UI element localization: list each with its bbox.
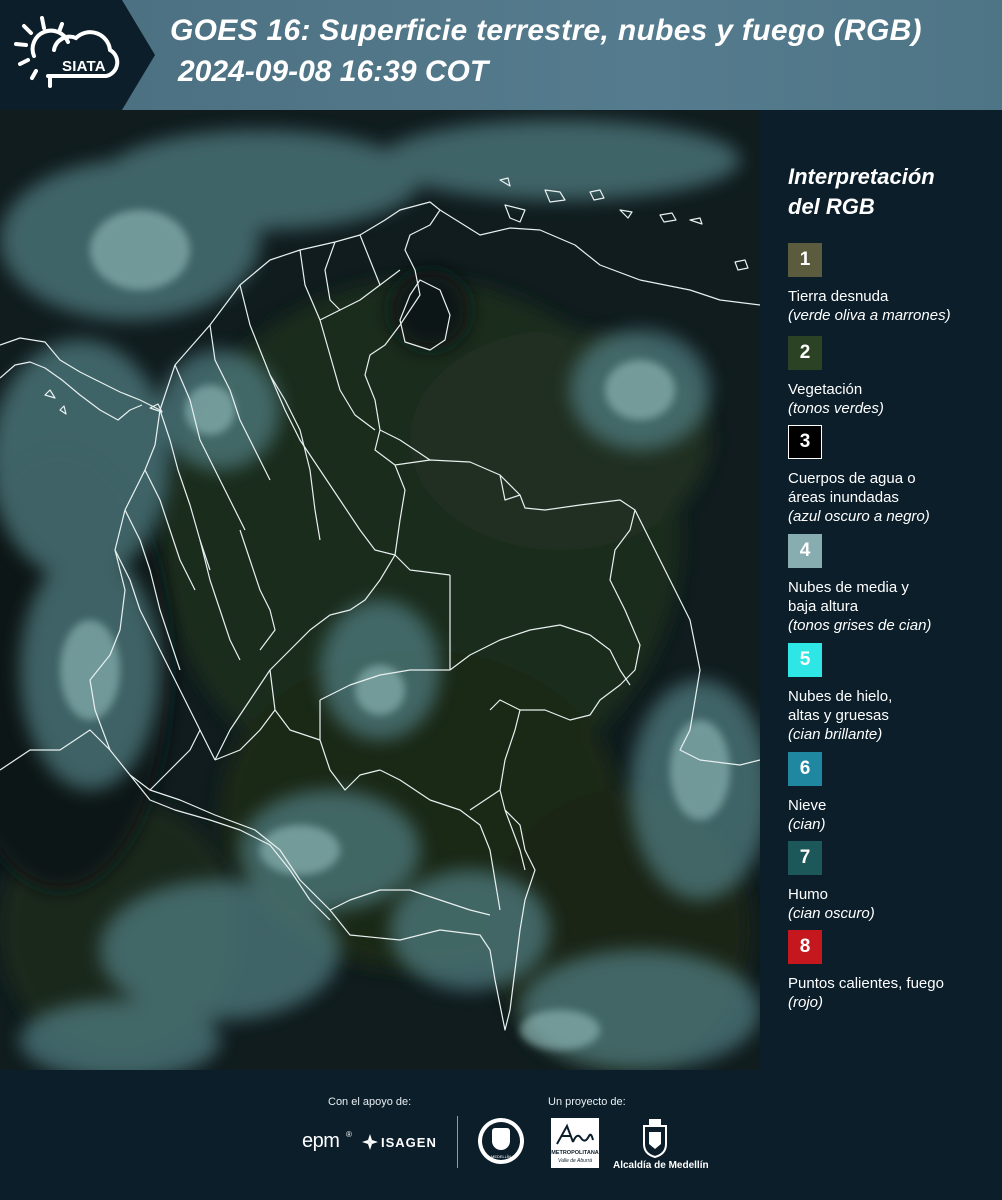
satellite-map[interactable] (0, 110, 760, 1070)
legend-item-ice-clouds: 5 Nubes de hielo, altas y gruesas (cian … (788, 643, 928, 744)
siata-logo: SIATA (14, 16, 126, 96)
isagen-mark-icon (362, 1134, 378, 1150)
page-datetime: 2024-09-08 16:39 COT (178, 55, 489, 88)
legend-swatch: 7 (788, 841, 822, 875)
satellite-rgb-image (0, 110, 760, 1070)
area-metropolitana-logo: METROPOLITANA Valle de Aburrá (551, 1118, 599, 1168)
isagen-logo: ISAGEN (381, 1135, 437, 1150)
legend-swatch: 3 (788, 425, 822, 459)
legend-item-label: Vegetación (788, 381, 863, 398)
legend-item-water: 3 Cuerpos de agua o áreas inundadas (azu… (788, 425, 948, 526)
legend-swatch: 5 (788, 643, 822, 677)
logo-text: SIATA (62, 58, 106, 75)
legend-item-smoke: 7 Humo (cian oscuro) (788, 841, 998, 923)
area-metro-sub: Valle de Aburrá (557, 1158, 593, 1164)
area-metro-text: METROPOLITANA (551, 1150, 599, 1156)
legend-title: Interpretación del RGB (788, 162, 988, 222)
legend-swatch: 2 (788, 336, 822, 370)
legend-item-sub: (cian oscuro) (788, 905, 875, 922)
legend-item-mid-low-clouds: 4 Nubes de media y baja altura (tonos gr… (788, 534, 938, 635)
legend-swatch: 1 (788, 243, 822, 277)
alcaldia-shield-icon (643, 1119, 667, 1158)
legend-item-label: Nubes de hielo, altas y gruesas (788, 688, 893, 724)
legend-item-label: Puntos calientes, fuego (788, 975, 944, 992)
legend-item-sub: (verde oliva a marrones) (788, 307, 951, 324)
support-label: Con el apoyo de: (328, 1096, 412, 1108)
legend-title-line2: del RGB (788, 194, 875, 219)
legend-item-sub: (cian) (788, 816, 826, 833)
legend-swatch: 6 (788, 752, 822, 786)
legend-item-label: Humo (788, 886, 829, 903)
legend-title-line1: Interpretación (788, 164, 935, 189)
legend-item-sub: (rojo) (788, 994, 824, 1011)
legend-swatch: 4 (788, 534, 822, 568)
footer: Con el apoyo de: Un proyecto de: epm ® I… (0, 1070, 1002, 1200)
sun-cloud-icon (14, 16, 120, 88)
project-label: Un proyecto de: (548, 1096, 626, 1108)
legend-item-label: Nubes de media y baja altura (788, 579, 909, 615)
alcaldia-label: Alcaldía de Medellín (613, 1160, 709, 1171)
legend-item-hotspots: 8 Puntos calientes, fuego (rojo) (788, 930, 998, 1012)
page-title: GOES 16: Superficie terrestre, nubes y f… (170, 14, 922, 47)
medellin-seal-logo: MEDELLÍN (478, 1118, 524, 1164)
legend-item-sub: (azul oscuro a negro) (788, 508, 930, 525)
legend-item-bare-soil: 1 Tierra desnuda (verde oliva a marrones… (788, 243, 998, 325)
legend-swatch: 8 (788, 930, 822, 964)
medellin-seal-text: MEDELLÍN (490, 1154, 511, 1159)
legend-item-sub: (tonos grises de cian) (788, 617, 932, 634)
legend-item-label: Tierra desnuda (788, 288, 889, 305)
header: SIATA GOES 16: Superficie terrestre, nub… (0, 0, 1002, 110)
legend-item-sub: (cian brillante) (788, 726, 883, 743)
rgb-legend: Interpretación del RGB 1 Tierra desnuda … (760, 110, 1002, 1070)
legend-item-label: Nieve (788, 797, 827, 814)
area-script-icon (556, 1123, 594, 1145)
legend-item-snow: 6 Nieve (cian) (788, 752, 998, 834)
legend-item-label: Cuerpos de agua o áreas inundadas (788, 470, 916, 506)
footer-divider (457, 1116, 458, 1168)
legend-item-sub: (tonos verdes) (788, 400, 884, 417)
registered-mark-icon: ® (346, 1130, 352, 1139)
epm-logo: epm (302, 1130, 340, 1152)
legend-item-vegetation: 2 Vegetación (tonos verdes) (788, 336, 998, 418)
